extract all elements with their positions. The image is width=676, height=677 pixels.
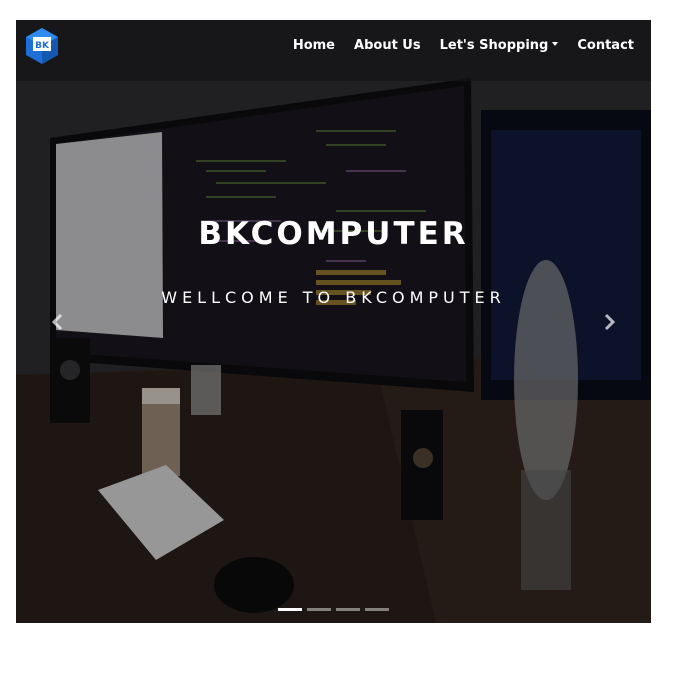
hero-title: BKCOMPUTER bbox=[198, 216, 469, 252]
chevron-right-icon[interactable] bbox=[599, 312, 619, 332]
hero-subtitle: WELLCOME TO BKCOMPUTER bbox=[161, 288, 506, 307]
nav-links: Home About Us Let's Shopping Contact bbox=[293, 38, 634, 53]
caret-down-icon bbox=[552, 42, 559, 46]
nav-home-link[interactable]: Home bbox=[293, 38, 335, 53]
nav-contact-link[interactable]: Contact bbox=[577, 38, 634, 53]
logo-text: BK bbox=[35, 41, 50, 51]
nav-about-link[interactable]: About Us bbox=[354, 38, 421, 53]
chevron-left-icon[interactable] bbox=[48, 312, 68, 332]
bk-cube-logo-icon[interactable]: BK bbox=[22, 26, 62, 66]
carousel-indicator[interactable] bbox=[278, 608, 302, 611]
carousel-indicator[interactable] bbox=[365, 608, 389, 611]
carousel-indicators bbox=[278, 608, 389, 611]
carousel-indicator[interactable] bbox=[307, 608, 331, 611]
navbar: BK Home About Us Let's Shopping Contact bbox=[16, 20, 651, 81]
nav-shopping-dropdown[interactable]: Let's Shopping bbox=[440, 38, 559, 53]
nav-shopping-label: Let's Shopping bbox=[439, 38, 549, 53]
hero-background-image bbox=[16, 20, 651, 623]
hero-carousel: BK Home About Us Let's Shopping Contact … bbox=[16, 20, 651, 623]
carousel-indicator[interactable] bbox=[336, 608, 360, 611]
